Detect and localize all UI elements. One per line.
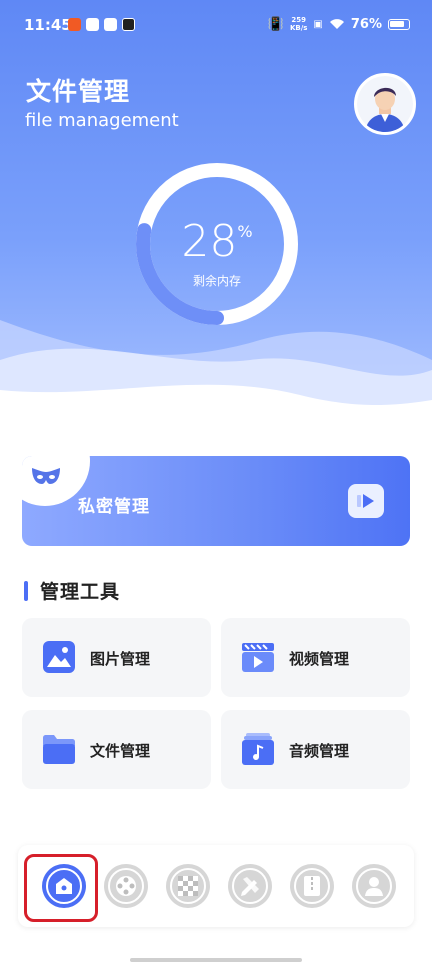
private-management-card[interactable]: 私密管理 [22,456,410,546]
wifi-icon [329,19,344,29]
home-indicator[interactable] [130,958,302,962]
avatar[interactable] [354,73,416,135]
notification-app-icon [68,18,81,31]
tools-section-label: 管理工具 [40,581,121,603]
storage-percent-value: 28 [181,216,238,267]
pencil-ruler-icon [241,877,259,896]
film-reel-icon [116,876,136,896]
storage-gauge: 28% 剩余内存 [133,160,301,328]
mail-icon [104,18,117,31]
battery-icon [388,18,410,30]
nav-profile-ring [356,868,392,904]
page-subtitle: file management [25,110,179,131]
checkerboard-icon [178,876,198,896]
tool-label: 视频管理 [289,650,350,668]
mask-icon [32,468,60,484]
sim-icon: ▣ [313,18,323,30]
notification-app-icon [86,18,99,31]
nav-profile[interactable] [352,864,396,908]
nav-gallery[interactable] [166,864,210,908]
storage-percent: 28% [133,216,301,267]
nav-tools[interactable] [228,864,272,908]
status-bar: 11:45 📳 259 KB/s ▣ 76% [0,0,432,52]
tool-video-management[interactable]: 视频管理 [221,618,410,697]
arrow-right-button[interactable] [348,484,384,518]
status-indicators: 📳 259 KB/s ▣ 76% [268,16,410,32]
page-title: 文件管理 [26,77,131,106]
tools-section-title: 管理工具 [24,577,120,604]
tool-image-management[interactable]: 图片管理 [22,618,211,697]
tool-label: 音频管理 [289,742,350,760]
network-speed-value: 259 [291,16,306,24]
vibrate-icon: 📳 [267,16,284,32]
tool-audio-management[interactable]: 音频管理 [221,710,410,789]
music-icon [242,733,274,765]
nav-archive-ring [294,868,330,904]
nav-gallery-ring [170,868,206,904]
arrow-right-icon [357,494,374,508]
user-avatar-icon [357,76,413,132]
tool-label: 文件管理 [90,742,151,760]
section-title-bar [24,580,28,601]
storage-label: 剩余内存 [192,274,241,288]
notification-app-icon [122,18,135,31]
battery-percent: 76% [350,16,382,32]
image-icon [43,641,75,673]
tool-file-management[interactable]: 文件管理 [22,710,211,789]
zip-file-icon [304,876,320,896]
nav-video[interactable] [104,864,148,908]
network-speed: 259 KB/s [290,16,307,32]
tool-label: 图片管理 [90,650,151,668]
storage-percent-unit: % [237,222,253,241]
user-icon [365,877,383,896]
selection-highlight [24,854,98,922]
nav-tools-ring [232,868,268,904]
status-time: 11:45 [24,16,72,34]
folder-icon [43,735,75,764]
nav-video-ring [108,868,144,904]
network-speed-unit: KB/s [289,24,308,32]
private-management-label: 私密管理 [78,497,150,517]
video-icon [242,643,274,672]
nav-archive[interactable] [290,864,334,908]
